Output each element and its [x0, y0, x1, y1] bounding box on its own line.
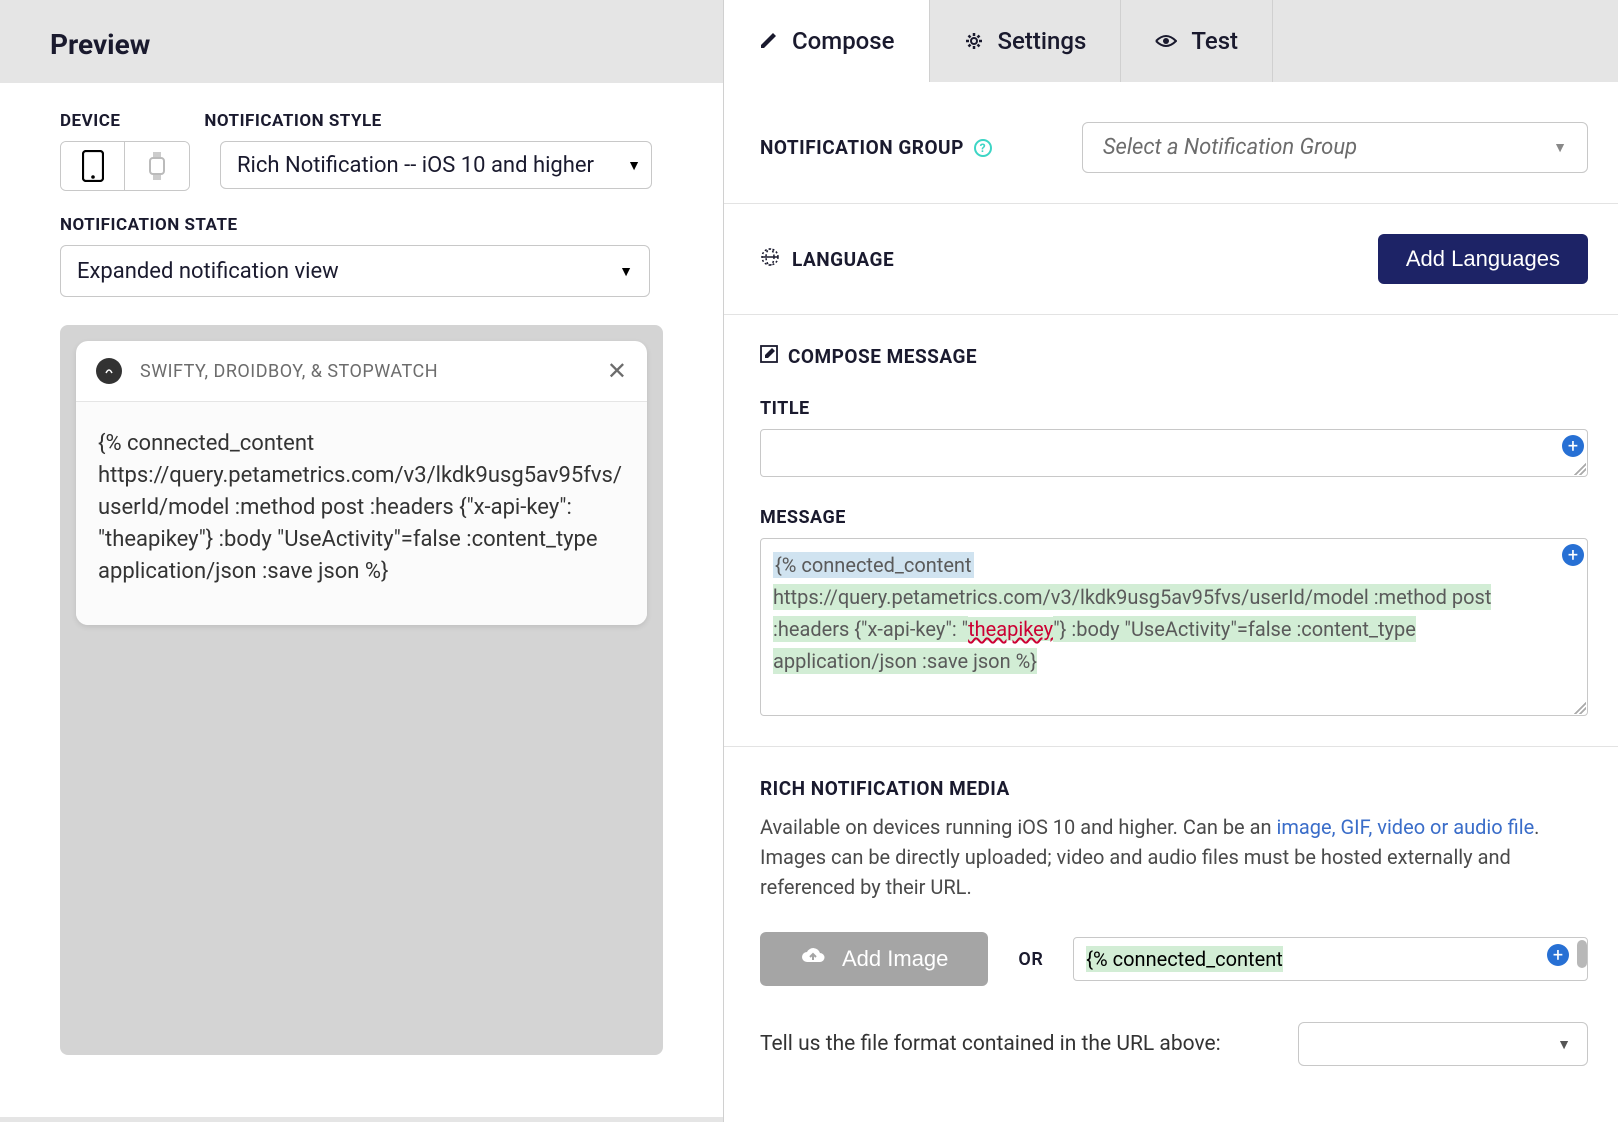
chevron-down-icon: ▼	[1553, 139, 1567, 156]
notification-body-text: {% connected_content https://query.petam…	[76, 402, 647, 625]
language-section: LANGUAGE Add Languages	[724, 203, 1618, 314]
eye-icon	[1155, 33, 1177, 49]
resize-handle[interactable]	[1574, 702, 1586, 714]
device-toggle	[60, 141, 190, 191]
tab-compose[interactable]: Compose	[724, 0, 930, 82]
gear-icon	[964, 31, 984, 51]
message-input[interactable]: {% connected_content https://query.petam…	[760, 538, 1588, 716]
or-divider: OR	[1018, 949, 1043, 970]
notification-group-label: NOTIFICATION GROUP ?	[760, 136, 992, 159]
message-text-part: {% connected_content	[773, 552, 974, 578]
rich-media-label: RICH NOTIFICATION MEDIA	[760, 777, 1588, 800]
notification-state-label: NOTIFICATION STATE	[60, 215, 663, 235]
preview-header: Preview	[0, 0, 723, 83]
notification-group-section: NOTIFICATION GROUP ? Select a Notificati…	[724, 82, 1618, 203]
help-icon[interactable]: ?	[974, 139, 992, 157]
personalization-add-icon[interactable]: +	[1547, 944, 1569, 966]
add-image-button[interactable]: Add Image	[760, 932, 988, 986]
device-phone-button[interactable]	[61, 142, 125, 190]
notification-group-select[interactable]: Select a Notification Group ▼	[1082, 122, 1588, 173]
language-label: LANGUAGE	[760, 247, 894, 272]
cloud-upload-icon	[800, 946, 826, 972]
compose-message-section: COMPOSE MESSAGE TITLE + MESSAGE {% conne…	[724, 314, 1618, 746]
editor-panel: Compose Settings Test NOTIFICATION GROUP…	[724, 0, 1618, 1122]
rich-media-section: RICH NOTIFICATION MEDIA Available on dev…	[724, 746, 1618, 1096]
device-watch-button[interactable]	[125, 142, 189, 190]
chevron-down-icon: ▼	[619, 263, 633, 280]
watch-icon	[148, 151, 166, 181]
resize-handle[interactable]	[1574, 463, 1586, 475]
close-icon[interactable]: ✕	[607, 357, 627, 385]
notification-preview-card: SWIFTY, DROIDBOY, & STOPWATCH ✕ {% conne…	[76, 341, 647, 625]
style-select-value: Rich Notification -- iOS 10 and higher	[237, 153, 594, 178]
chevron-down-icon: ▼	[1557, 1036, 1571, 1053]
compose-message-label: COMPOSE MESSAGE	[760, 345, 1588, 368]
notification-app-title: SWIFTY, DROIDBOY, & STOPWATCH	[140, 361, 607, 382]
tab-test[interactable]: Test	[1121, 0, 1273, 82]
file-format-select[interactable]: ▼	[1298, 1022, 1588, 1066]
chevron-down-icon: ▼	[627, 157, 641, 174]
media-types-link[interactable]: image, GIF, video or audio file	[1277, 815, 1535, 839]
device-label: DEVICE	[60, 111, 120, 131]
notification-style-label: NOTIFICATION STYLE	[204, 111, 381, 131]
preview-panel: Preview DEVICE NOTIFICATION STYLE Rich N…	[0, 0, 724, 1122]
edit-icon	[760, 345, 778, 368]
rich-media-description: Available on devices running iOS 10 and …	[760, 812, 1588, 902]
tab-settings[interactable]: Settings	[930, 0, 1122, 82]
file-format-prompt: Tell us the file format contained in the…	[760, 1032, 1221, 1056]
message-field-label: MESSAGE	[760, 507, 1588, 528]
tab-bar: Compose Settings Test	[724, 0, 1618, 82]
state-select-value: Expanded notification view	[77, 259, 339, 284]
personalization-add-icon[interactable]: +	[1562, 435, 1584, 457]
title-input[interactable]	[760, 429, 1588, 477]
phone-icon	[82, 150, 104, 182]
app-icon	[96, 358, 122, 384]
preview-canvas: SWIFTY, DROIDBOY, & STOPWATCH ✕ {% conne…	[60, 325, 663, 1055]
message-text-apikey: theapikey	[968, 617, 1053, 641]
title-field-label: TITLE	[760, 398, 1588, 419]
globe-icon	[760, 247, 780, 272]
media-url-input[interactable]: {% connected_content +	[1073, 937, 1588, 981]
pencil-icon	[758, 31, 778, 51]
scrollbar-thumb[interactable]	[1577, 940, 1587, 968]
notification-style-select[interactable]: Rich Notification -- iOS 10 and higher ▼	[220, 141, 652, 189]
personalization-add-icon[interactable]: +	[1562, 544, 1584, 566]
notification-state-select[interactable]: Expanded notification view ▼	[60, 245, 650, 297]
add-languages-button[interactable]: Add Languages	[1378, 234, 1588, 284]
